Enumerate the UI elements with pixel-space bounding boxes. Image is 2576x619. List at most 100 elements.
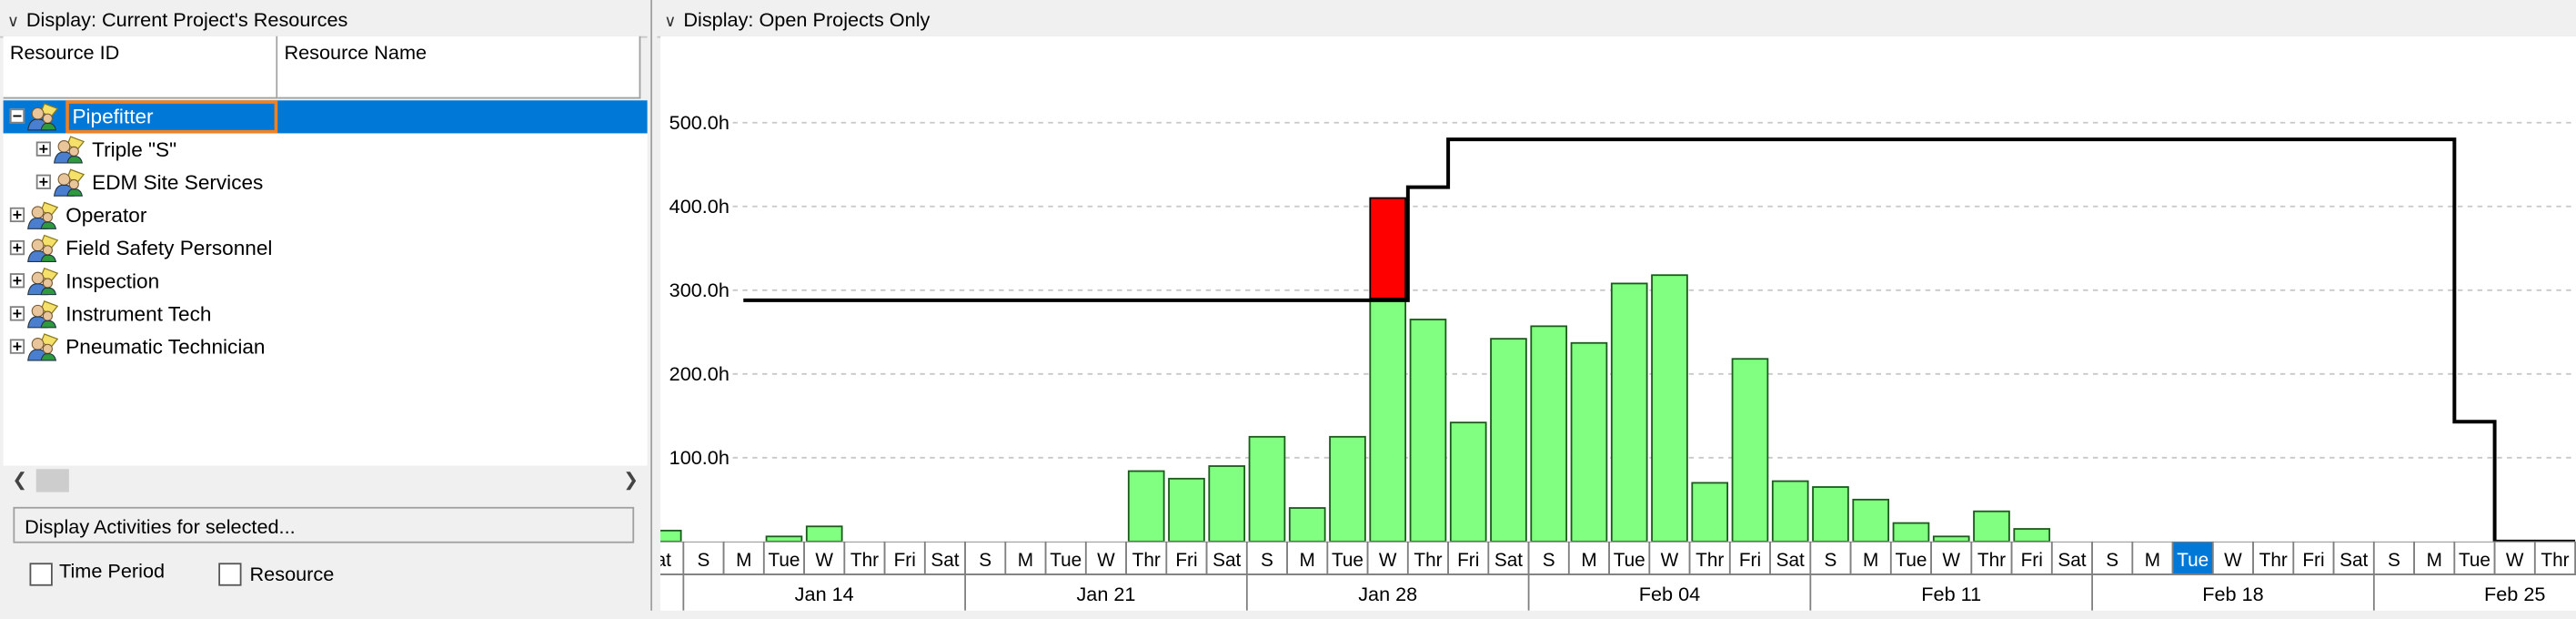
timescale-canvas: at S M Tue W Thr Fri Sat S M Tue W Thr Fri Sat S M Tue W Th… (642, 540, 2576, 611)
tree-row[interactable]: Instrument Tech (4, 298, 648, 330)
day-label: S (1261, 550, 1273, 571)
day-label: Thr (1414, 550, 1442, 571)
expand-icon[interactable] (9, 306, 25, 321)
day-label: S (979, 550, 991, 571)
day-label: W (2224, 550, 2242, 571)
tree-row-label: Operator (65, 204, 147, 228)
resource-checkbox-label: Resource (249, 563, 335, 586)
day-label: S (2106, 550, 2118, 571)
day-label: Fri (2302, 550, 2324, 571)
day-label: M (1300, 550, 1315, 571)
expand-icon[interactable] (9, 239, 25, 256)
chevron-down-icon[interactable]: ∨ (657, 6, 683, 39)
expand-icon[interactable] (35, 174, 51, 189)
tree-row[interactable]: Field Safety Personnel (4, 232, 648, 265)
time-period-label: Time Period (59, 559, 166, 583)
tree-row[interactable]: Inspection (4, 265, 648, 298)
week-label: Feb 11 (1921, 583, 1981, 605)
y-tick-label: 400.0h (669, 195, 730, 218)
resource-group-icon (26, 299, 59, 330)
allocation-bar (1248, 435, 1286, 543)
day-label: W (1379, 550, 1397, 571)
resource-group-icon (26, 102, 59, 132)
expand-icon[interactable] (35, 141, 51, 157)
day-label: S (2388, 550, 2400, 571)
resource-group-icon (53, 167, 86, 198)
resource-usage-chart[interactable]: 500.0h 400.0h 300.0h 200.0h 100.0h (644, 36, 2576, 543)
collapse-icon[interactable] (9, 108, 25, 124)
day-label: W (2506, 550, 2524, 571)
week-label: Feb 25 (2484, 583, 2545, 605)
allocation-bar (1449, 421, 1487, 543)
allocation-bar (1530, 325, 1568, 543)
allocation-bar (1771, 480, 1809, 543)
y-tick-label: 300.0h (669, 279, 730, 301)
allocation-bar (1329, 435, 1366, 543)
tree-row-label: Pneumatic Technician (65, 335, 266, 360)
day-label: at (660, 550, 671, 571)
week-label: Feb 04 (1639, 583, 1700, 605)
tree-row[interactable]: Pneumatic Technician (4, 330, 648, 363)
day-label: Thr (850, 550, 879, 571)
day-label: S (1825, 550, 1837, 571)
allocation-bar (1168, 477, 1205, 543)
day-label: Sat (931, 550, 959, 571)
scroll-thumb[interactable] (35, 469, 69, 492)
day-label: M (2145, 550, 2160, 571)
resource-tree: Pipefitter Triple "S" EDM Site Services Ope… (3, 100, 648, 466)
column-header-resource-id[interactable]: Resource ID (3, 36, 278, 99)
resource-group-icon (26, 332, 59, 362)
day-label: M (1863, 550, 1878, 571)
day-label: M (1018, 550, 1033, 571)
resource-checkbox[interactable] (218, 563, 242, 586)
scroll-left-icon[interactable]: ❮ (6, 466, 33, 496)
day-label: M (2427, 550, 2442, 571)
expand-icon[interactable] (9, 207, 25, 223)
allocation-bar (1570, 341, 1608, 543)
overallocation-bar (1369, 197, 1407, 299)
open-projects-display-header[interactable]: ∨ Display: Open Projects Only (657, 3, 2576, 39)
day-label: W (1942, 550, 1960, 571)
expand-icon[interactable] (9, 339, 25, 354)
allocation-bar (1610, 282, 1648, 543)
resource-group-icon (26, 234, 59, 264)
day-label: Tue (768, 550, 800, 571)
timescale[interactable]: at S M Tue W Thr Fri Sat S M Tue W Thr Fri Sat S M Tue W Th… (642, 540, 2576, 611)
column-label: Resource ID (9, 41, 120, 65)
tree-row[interactable]: Operator (4, 199, 648, 232)
tree-row[interactable]: Triple "S" (4, 133, 648, 166)
day-label: W (1097, 550, 1115, 571)
allocation-bar (1127, 470, 1165, 543)
day-label: Fri (1457, 550, 1479, 571)
allocation-bar (1731, 358, 1769, 543)
allocation-bar (1812, 486, 1849, 543)
day-label: M (736, 550, 751, 571)
week-label: Jan 28 (1358, 583, 1417, 605)
tree-row-label: Inspection (65, 269, 160, 293)
scroll-right-icon[interactable]: ❯ (618, 466, 644, 496)
expand-icon[interactable] (9, 273, 25, 289)
allocation-bar (1369, 298, 1407, 543)
open-projects-display-label: Display: Open Projects Only (683, 8, 931, 32)
resources-display-label: Display: Current Project's Resources (25, 8, 348, 32)
column-header-resource-name[interactable]: Resource Name (277, 36, 641, 99)
day-label: Fri (1739, 550, 1761, 571)
tree-row[interactable]: EDM Site Services (4, 167, 648, 199)
chevron-down-icon[interactable]: ∨ (0, 6, 26, 39)
day-label: S (1543, 550, 1555, 571)
resource-group-icon (53, 135, 86, 165)
resources-display-header[interactable]: ∨ Display: Current Project's Resources (0, 3, 648, 39)
horizontal-scrollbar[interactable]: ❮ ❯ (3, 465, 648, 496)
day-label: Sat (2058, 550, 2086, 571)
tree-row[interactable]: Pipefitter (3, 100, 648, 134)
day-label: W (815, 550, 833, 571)
tree-row-label: Instrument Tech (65, 302, 212, 326)
display-activities-label: Display Activities for selected... (13, 506, 635, 543)
allocation-bar (1490, 338, 1527, 543)
allocation-bar (2013, 528, 2051, 543)
y-tick-label: 500.0h (669, 111, 730, 134)
day-label: Thr (1696, 550, 1724, 571)
allocation-bar (1208, 465, 1246, 543)
time-period-checkbox[interactable] (29, 563, 53, 586)
resource-group-icon (26, 267, 59, 297)
